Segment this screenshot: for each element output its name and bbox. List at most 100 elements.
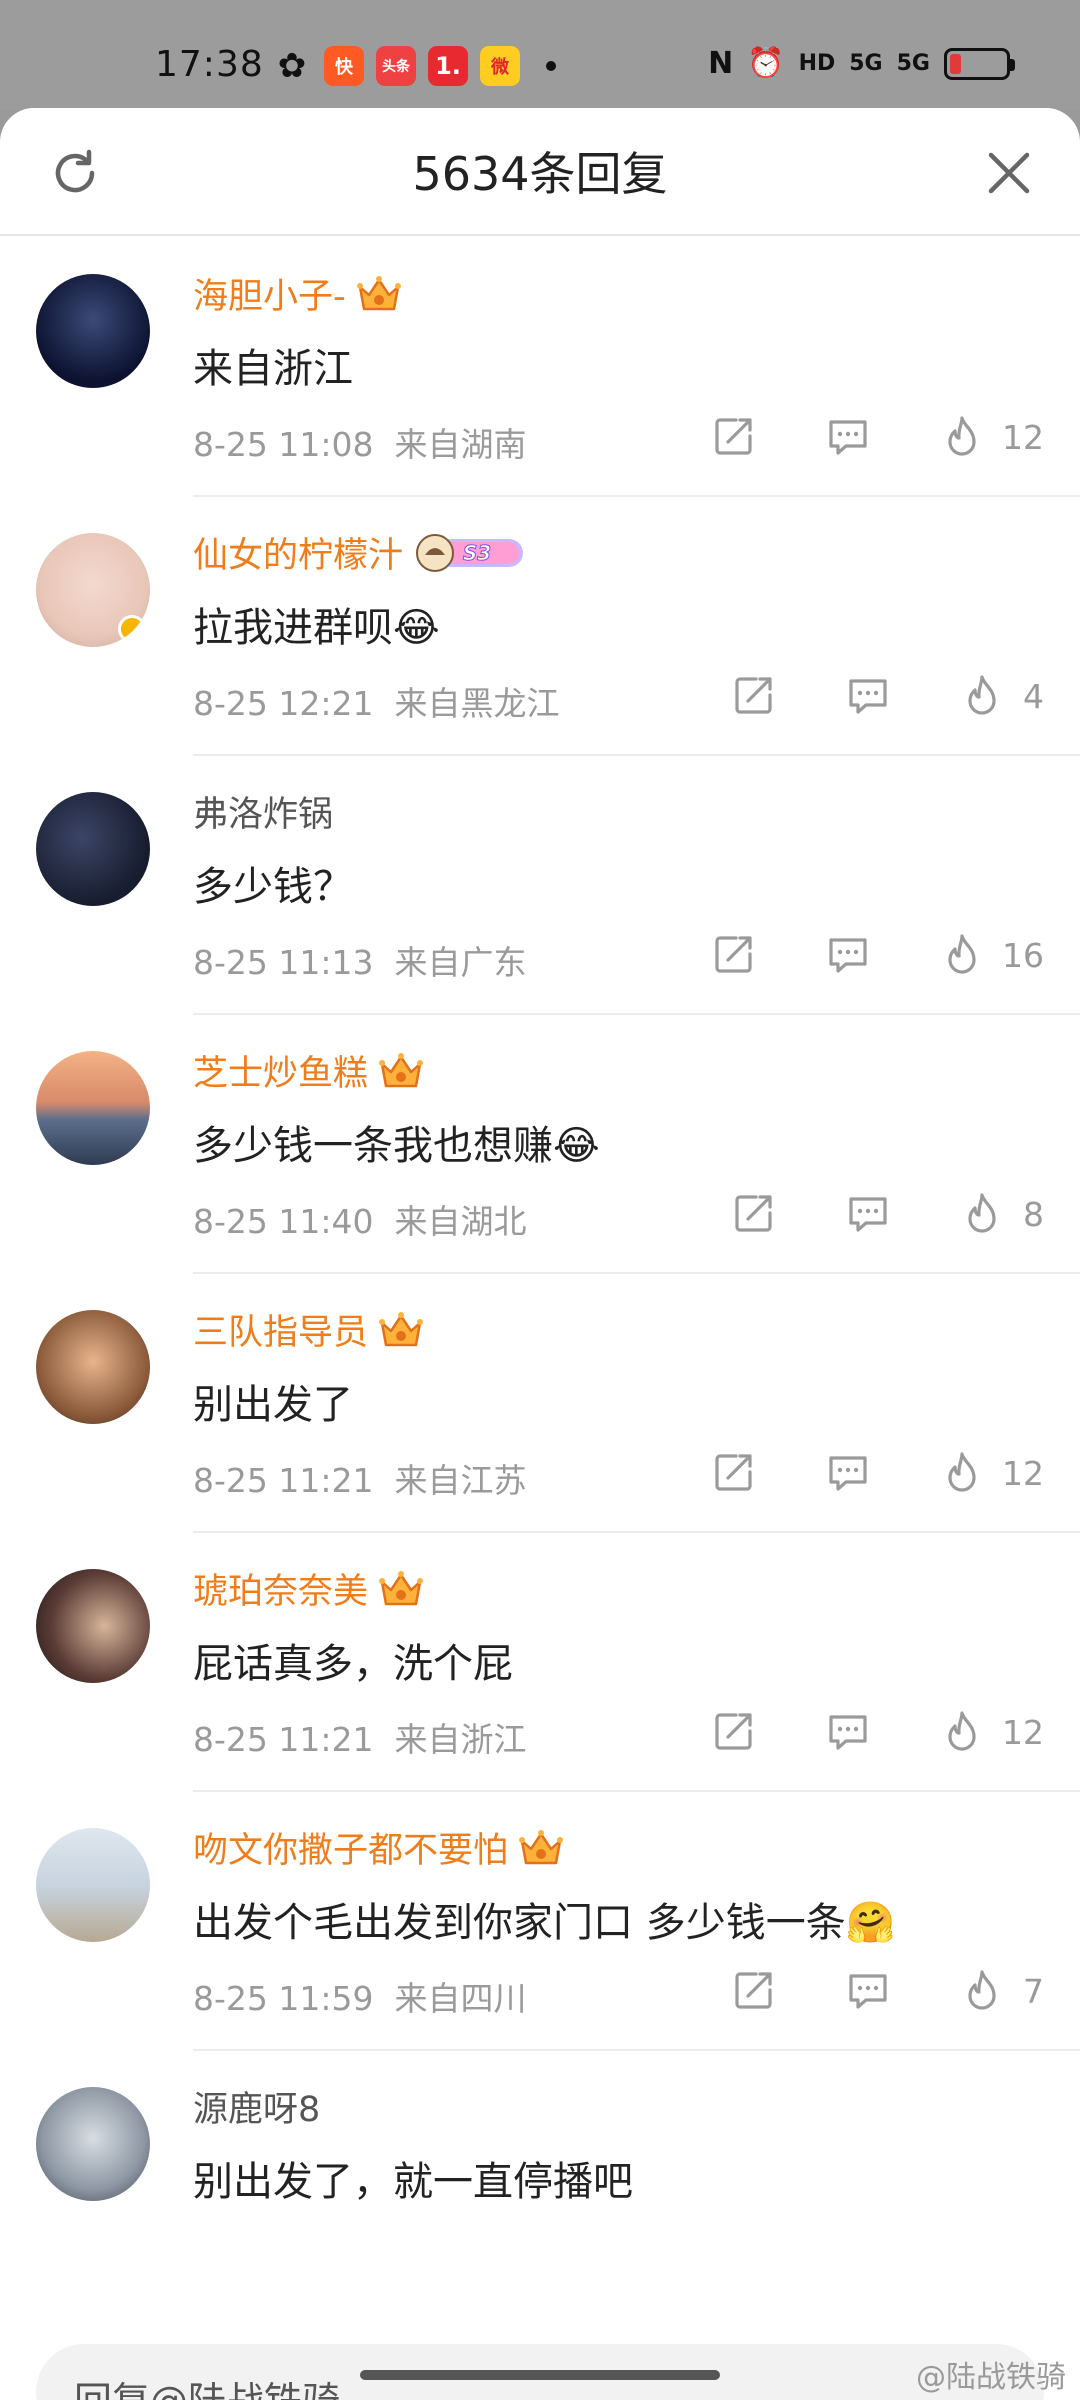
like-fire-icon[interactable] xyxy=(940,932,984,976)
close-icon[interactable] xyxy=(986,150,1032,196)
share-icon[interactable] xyxy=(712,1709,756,1753)
s3-level-badge-icon: S3 xyxy=(416,533,524,572)
vip-crown-icon xyxy=(379,1311,424,1346)
status-time: 17:38 xyxy=(155,44,264,85)
comment-item[interactable]: 仙女的柠檬汁 S3 拉我进群呗😂 8-25 12:21 来自黑龙江 4 xyxy=(0,497,1080,756)
like-fire-icon[interactable] xyxy=(940,414,984,458)
like-count: 12 xyxy=(1002,418,1044,457)
avatar[interactable] xyxy=(36,533,150,647)
comment-author-row: 源鹿呀8 xyxy=(193,2081,320,2132)
comment-item[interactable]: 源鹿呀8 别出发了，就一直停播吧 xyxy=(0,2051,1080,2310)
comment-text: 拉我进群呗😂 xyxy=(193,605,440,651)
comment-icon[interactable] xyxy=(826,414,870,458)
comment-author[interactable]: 源鹿呀8 xyxy=(193,2081,320,2132)
page-title: 5634条回复 xyxy=(412,147,668,201)
battery-icon xyxy=(944,47,1015,80)
notification-icons: ✿ 快 头条 1. 微 xyxy=(272,46,556,86)
comment-text: 别出发了，就一直停播吧 xyxy=(193,2159,633,2205)
comment-item[interactable]: 琥珀奈奈美屁话真多，洗个屁 8-25 11:21 来自浙江 12 xyxy=(0,1533,1080,1792)
like-fire-icon[interactable] xyxy=(960,1191,1004,1235)
comment-author-row: 海胆小子- xyxy=(193,268,402,319)
comment-location: 来自浙江 xyxy=(394,1720,527,1759)
vip-crown-icon xyxy=(379,1052,424,1087)
comment-time: 8-25 11:40 xyxy=(193,1202,374,1241)
comment-icon[interactable] xyxy=(846,673,890,717)
comment-text: 出发个毛出发到你家门口 多少钱一条🤗 xyxy=(193,1900,896,1946)
like-fire-icon[interactable] xyxy=(940,1450,984,1494)
comment-meta: 8-25 11:21 来自江苏 xyxy=(193,1454,526,1502)
system-icons: N ⏰ HD 5G 5G xyxy=(708,46,1015,81)
comment-item[interactable]: 吻文你撒子都不要怕出发个毛出发到你家门口 多少钱一条🤗 8-25 11:59 来自… xyxy=(0,1792,1080,2051)
avatar[interactable] xyxy=(36,1569,150,1683)
comment-author-row: 芝士炒鱼糕 xyxy=(193,1045,424,1096)
status-bar: 17:38 ✿ 快 头条 1. 微 N ⏰ HD 5G 5G xyxy=(0,0,1080,110)
comment-author-row: 琥珀奈奈美 xyxy=(193,1563,424,1614)
comment-item[interactable]: 芝士炒鱼糕 多少钱一条我也想赚😂 8-25 11:40 来自湖北 8 xyxy=(0,1015,1080,1274)
like-count: 12 xyxy=(1002,1713,1044,1752)
avatar[interactable] xyxy=(36,274,150,388)
like-fire-icon[interactable] xyxy=(940,1709,984,1753)
avatar[interactable] xyxy=(36,792,150,906)
comment-text: 屁话真多，洗个屁 xyxy=(193,1641,513,1687)
comment-icon[interactable] xyxy=(846,1191,890,1235)
like-fire-icon[interactable] xyxy=(960,673,1004,717)
reply-placeholder: 回复@陆战铁骑 xyxy=(74,2370,340,2400)
kuaishou-icon: 快 xyxy=(324,46,364,86)
comment-meta: 8-25 12:21 来自黑龙江 xyxy=(193,677,559,725)
comment-location: 来自广东 xyxy=(394,943,527,982)
sheet-header: 5634条回复 xyxy=(0,108,1080,236)
more-notifications-icon xyxy=(546,61,556,71)
like-count: 16 xyxy=(1002,936,1044,975)
comment-icon[interactable] xyxy=(826,932,870,976)
vip-crown-icon xyxy=(379,1570,424,1605)
vip-crown-icon xyxy=(519,1829,564,1864)
alarm-icon: ⏰ xyxy=(747,46,785,81)
comment-author[interactable]: 三队指导员 xyxy=(193,1304,368,1355)
share-icon[interactable] xyxy=(732,673,776,717)
comment-icon[interactable] xyxy=(826,1450,870,1494)
comment-author[interactable]: 海胆小子- xyxy=(193,268,346,319)
share-icon[interactable] xyxy=(712,932,756,976)
comment-item[interactable]: 三队指导员 别出发了 8-25 11:21 来自江苏 12 xyxy=(0,1274,1080,1533)
share-icon[interactable] xyxy=(732,1968,776,2012)
comment-text: 多少钱？ xyxy=(193,864,353,910)
comment-author[interactable]: 弗洛炸锅 xyxy=(193,786,333,837)
comment-location: 来自四川 xyxy=(394,1979,527,2018)
like-fire-icon[interactable] xyxy=(960,1968,1004,2012)
comment-author-row: 仙女的柠檬汁 S3 xyxy=(193,527,527,578)
verified-badge-icon xyxy=(118,615,146,643)
comment-location: 来自湖南 xyxy=(394,425,527,464)
comment-time: 8-25 11:13 xyxy=(193,943,374,982)
like-count: 8 xyxy=(1023,1195,1044,1234)
avatar[interactable] xyxy=(36,2087,150,2201)
app-one-icon: 1. xyxy=(428,46,468,86)
comment-item[interactable]: 海胆小子- 来自浙江 8-25 11:08 来自湖南 12 xyxy=(0,238,1080,497)
home-indicator[interactable] xyxy=(360,2370,720,2380)
comment-meta: 8-25 11:21 来自浙江 xyxy=(193,1713,526,1761)
comment-author[interactable]: 仙女的柠檬汁 xyxy=(193,527,403,578)
comment-text: 别出发了 xyxy=(193,1382,353,1428)
avatar[interactable] xyxy=(36,1828,150,1942)
comment-icon[interactable] xyxy=(846,1968,890,2012)
comment-item[interactable]: 弗洛炸锅多少钱？ 8-25 11:13 来自广东 16 xyxy=(0,756,1080,1015)
avatar[interactable] xyxy=(36,1310,150,1424)
comment-time: 8-25 11:59 xyxy=(193,1979,374,2018)
signal-icon-2: 5G xyxy=(896,51,930,76)
comment-location: 来自江苏 xyxy=(394,1461,527,1500)
hd-icon: HD xyxy=(798,51,836,76)
comment-author-row: 吻文你撒子都不要怕 xyxy=(193,1822,564,1873)
like-count: 7 xyxy=(1023,1972,1044,2011)
comment-icon[interactable] xyxy=(826,1709,870,1753)
comment-author[interactable]: 芝士炒鱼糕 xyxy=(193,1045,368,1096)
comment-author[interactable]: 琥珀奈奈美 xyxy=(193,1563,368,1614)
comment-location: 来自黑龙江 xyxy=(394,684,560,723)
avatar[interactable] xyxy=(36,1051,150,1165)
toutiao-icon: 头条 xyxy=(376,46,416,86)
share-icon[interactable] xyxy=(712,414,756,458)
comment-author[interactable]: 吻文你撒子都不要怕 xyxy=(193,1822,508,1873)
share-icon[interactable] xyxy=(732,1191,776,1235)
comment-meta: 8-25 11:59 来自四川 xyxy=(193,1972,526,2020)
comment-text: 来自浙江 xyxy=(193,346,353,392)
share-icon[interactable] xyxy=(712,1450,756,1494)
nfc-icon: N xyxy=(708,46,734,81)
